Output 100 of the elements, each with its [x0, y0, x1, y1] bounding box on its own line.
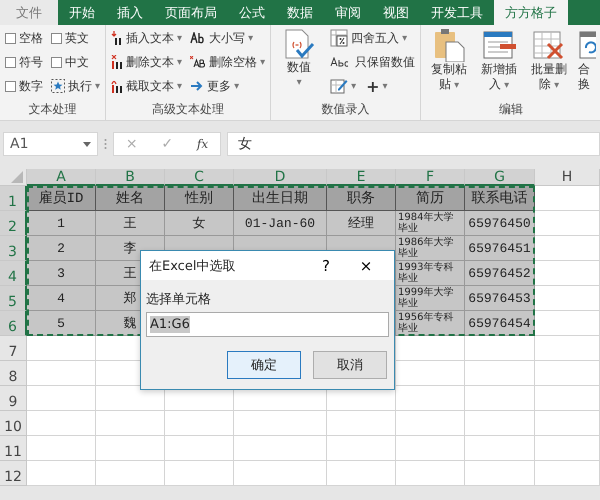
checkbox[interactable]: [5, 32, 16, 44]
group-label: 高级文本处理: [151, 101, 226, 118]
ribbon-big-button[interactable]: 批量删 除 ▾: [526, 28, 572, 101]
table-cell: [535, 261, 600, 286]
ribbon-command[interactable]: 更多 ▾: [190, 76, 266, 96]
ribbon-big-button[interactable]: 新增插 入 ▾: [476, 28, 522, 101]
table-cell: [465, 386, 535, 411]
table-cell: 1999年大学毕业: [396, 286, 465, 311]
right-arrow-icon: [190, 80, 204, 92]
range-input[interactable]: A1:G6: [146, 312, 389, 337]
file-tab[interactable]: 文件: [0, 0, 58, 25]
table-cell: [96, 436, 165, 461]
checkbox-label[interactable]: 空格: [19, 30, 43, 46]
ribbon-tab[interactable]: 视图: [372, 0, 420, 25]
ribbon-tab[interactable]: 方方格子: [494, 0, 568, 25]
table-cell: 王: [96, 211, 165, 236]
number-button[interactable]: 数值 ▾: [276, 28, 322, 101]
number-check-icon: [283, 28, 316, 60]
row-header[interactable]: 7: [0, 336, 27, 361]
row-header[interactable]: 11: [0, 436, 27, 461]
table-cell: [327, 411, 396, 436]
table-cell: [535, 211, 600, 236]
ribbon-big-button[interactable]: 复制粘 贴 ▾: [426, 28, 472, 101]
checkbox-label[interactable]: 中文: [65, 54, 89, 70]
table-cell: [27, 436, 96, 461]
insert-text-icon: [111, 31, 124, 45]
ribbon-command[interactable]: 插入文本 ▾: [111, 28, 182, 48]
column-header[interactable]: E: [327, 169, 396, 186]
ribbon-tab[interactable]: 数据: [276, 0, 324, 25]
vertical-dots-icon: [104, 138, 107, 150]
table-cell: 2: [27, 236, 96, 261]
row-header[interactable]: 5: [0, 286, 27, 311]
table-header-cell: 职务: [327, 186, 396, 211]
ribbon-command[interactable]: 截取文本 ▾: [111, 76, 182, 96]
ribbon-command[interactable]: 四舍五入 ▾: [330, 28, 416, 48]
table-cell: [535, 236, 600, 261]
row-header[interactable]: 2: [0, 211, 27, 236]
row-header[interactable]: 4: [0, 261, 27, 286]
ribbon-command[interactable]: 删除空格 ▾: [190, 52, 266, 72]
table-header-cell: 简历: [396, 186, 465, 211]
ribbon-tab[interactable]: 审阅: [324, 0, 372, 25]
group-label: 文本处理: [28, 101, 78, 118]
help-button[interactable]: ?: [306, 256, 346, 274]
checkbox[interactable]: [5, 80, 16, 92]
ribbon-tab[interactable]: 公式: [228, 0, 276, 25]
row-header[interactable]: 10: [0, 411, 27, 436]
checkbox[interactable]: [51, 32, 62, 44]
ribbon-tab[interactable]: 开发工具: [420, 0, 494, 25]
table-cell: 01-Jan-60: [234, 211, 327, 236]
row-header[interactable]: 12: [0, 461, 27, 486]
table-cell: [165, 436, 234, 461]
column-header[interactable]: G: [465, 169, 535, 186]
ribbon-command[interactable]: 只保留数值: [330, 52, 416, 72]
cancel-button[interactable]: 取消: [313, 351, 387, 379]
checkbox-label[interactable]: 英文: [65, 30, 89, 46]
table-cell: [535, 361, 600, 386]
ribbon-tab[interactable]: 开始: [58, 0, 106, 25]
ribbon-big-button[interactable]: 合 换: [576, 28, 596, 101]
column-header[interactable]: B: [96, 169, 165, 186]
ribbon-command[interactable]: 大小写 ▾: [190, 28, 266, 48]
table-cell: 5: [27, 311, 96, 336]
table-cell: 3: [27, 261, 96, 286]
ribbon-command[interactable]: 删除文本 ▾: [111, 52, 182, 72]
row-header[interactable]: 8: [0, 361, 27, 386]
column-header[interactable]: F: [396, 169, 465, 186]
column-header[interactable]: D: [234, 169, 327, 186]
column-header[interactable]: C: [165, 169, 234, 186]
ribbon-tab[interactable]: 插入: [106, 0, 154, 25]
row-header[interactable]: 3: [0, 236, 27, 261]
table-cell: [465, 361, 535, 386]
row-header[interactable]: 9: [0, 386, 27, 411]
close-button[interactable]: ×: [346, 256, 386, 274]
column-header[interactable]: H: [535, 169, 600, 186]
checkbox[interactable]: [51, 56, 62, 68]
percent-table-icon: [330, 29, 348, 47]
table-cell: 65976453: [465, 286, 535, 311]
table-header-cell: 姓名: [96, 186, 165, 211]
ribbon-tab[interactable]: 页面布局: [154, 0, 228, 25]
table-cell: [327, 461, 396, 486]
add-button[interactable]: + ▾: [366, 76, 388, 96]
column-header[interactable]: A: [27, 169, 96, 186]
edit-cell-button[interactable]: ▾: [330, 76, 356, 96]
checkbox-label[interactable]: 符号: [19, 54, 43, 70]
checkbox[interactable]: [5, 56, 16, 68]
ok-button[interactable]: 确定: [227, 351, 301, 379]
row-header[interactable]: 1: [0, 186, 27, 211]
insert-function-button[interactable]: fx: [196, 137, 208, 151]
table-cell: [535, 411, 600, 436]
table-cell: [535, 336, 600, 361]
table-cell: [27, 461, 96, 486]
name-box[interactable]: A1: [3, 132, 98, 156]
row-header[interactable]: 6: [0, 311, 27, 336]
checkbox-label[interactable]: 数字: [19, 78, 43, 94]
table-cell: 1956年专科毕业: [396, 311, 465, 336]
table-cell: [465, 411, 535, 436]
run-button[interactable]: 执行 ▾: [51, 76, 100, 96]
table-cell: 1993年专科毕业: [396, 261, 465, 286]
table-header-cell: 出生日期: [234, 186, 327, 211]
formula-input[interactable]: 女: [227, 132, 600, 156]
table-cell: [465, 461, 535, 486]
